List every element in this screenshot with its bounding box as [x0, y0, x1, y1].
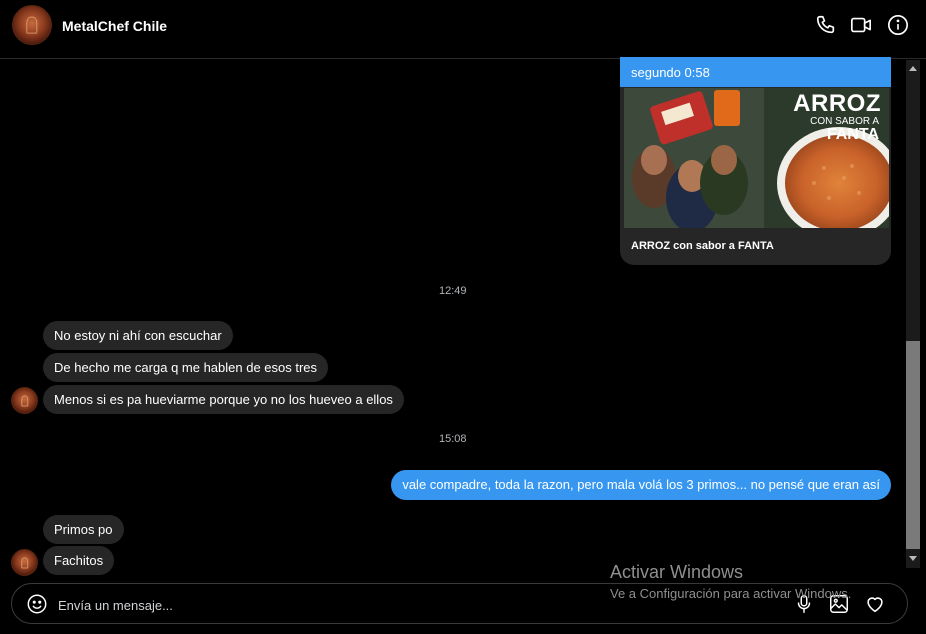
scroll-down-arrow[interactable] [909, 556, 917, 561]
shared-post-top-text: segundo 0:58 [631, 65, 710, 80]
video-icon[interactable] [850, 14, 872, 36]
received-message[interactable]: No estoy ni ahí con escuchar [43, 321, 233, 350]
image-icon[interactable] [828, 593, 850, 615]
microphone-icon[interactable] [793, 593, 815, 615]
contact-avatar-small[interactable] [11, 387, 38, 414]
heart-icon[interactable] [864, 593, 886, 615]
contact-avatar[interactable] [12, 5, 52, 45]
shared-post-thumbnail[interactable]: ARROZ CON SABOR A FANTA [624, 88, 889, 228]
sent-message[interactable]: vale compadre, toda la razon, pero mala … [391, 470, 891, 500]
contact-name[interactable]: MetalChef Chile [62, 18, 167, 34]
message-input[interactable] [56, 593, 760, 617]
contact-avatar-small[interactable] [11, 549, 38, 576]
watermark-title: Activar Windows [610, 562, 744, 582]
thumbnail-subline-2: FANTA [826, 126, 879, 143]
shared-post-header: segundo 0:58 [620, 57, 891, 87]
shared-post-caption: ARROZ con sabor a FANTA [631, 240, 774, 252]
thumbnail-headline: ARROZ [793, 90, 881, 117]
message-composer [11, 583, 908, 624]
received-message[interactable]: Menos si es pa hueviarme porque yo no lo… [43, 385, 404, 414]
emoji-icon[interactable] [26, 593, 48, 615]
shared-post-card[interactable]: segundo 0:58 ARROZ CON SABOR A FANTA ARR… [620, 57, 891, 265]
info-icon[interactable] [887, 14, 909, 36]
received-message[interactable]: Fachitos [43, 546, 115, 575]
timestamp: 15:08 [439, 433, 467, 445]
received-message[interactable]: Primos po [43, 515, 124, 544]
scroll-up-arrow[interactable] [909, 66, 917, 71]
chat-header: MetalChef Chile [0, 0, 926, 59]
timestamp: 12:49 [439, 285, 467, 297]
phone-icon[interactable] [815, 14, 837, 36]
scrollbar-thumb[interactable] [906, 341, 920, 549]
received-message[interactable]: De hecho me carga q me hablen de esos tr… [43, 353, 329, 382]
